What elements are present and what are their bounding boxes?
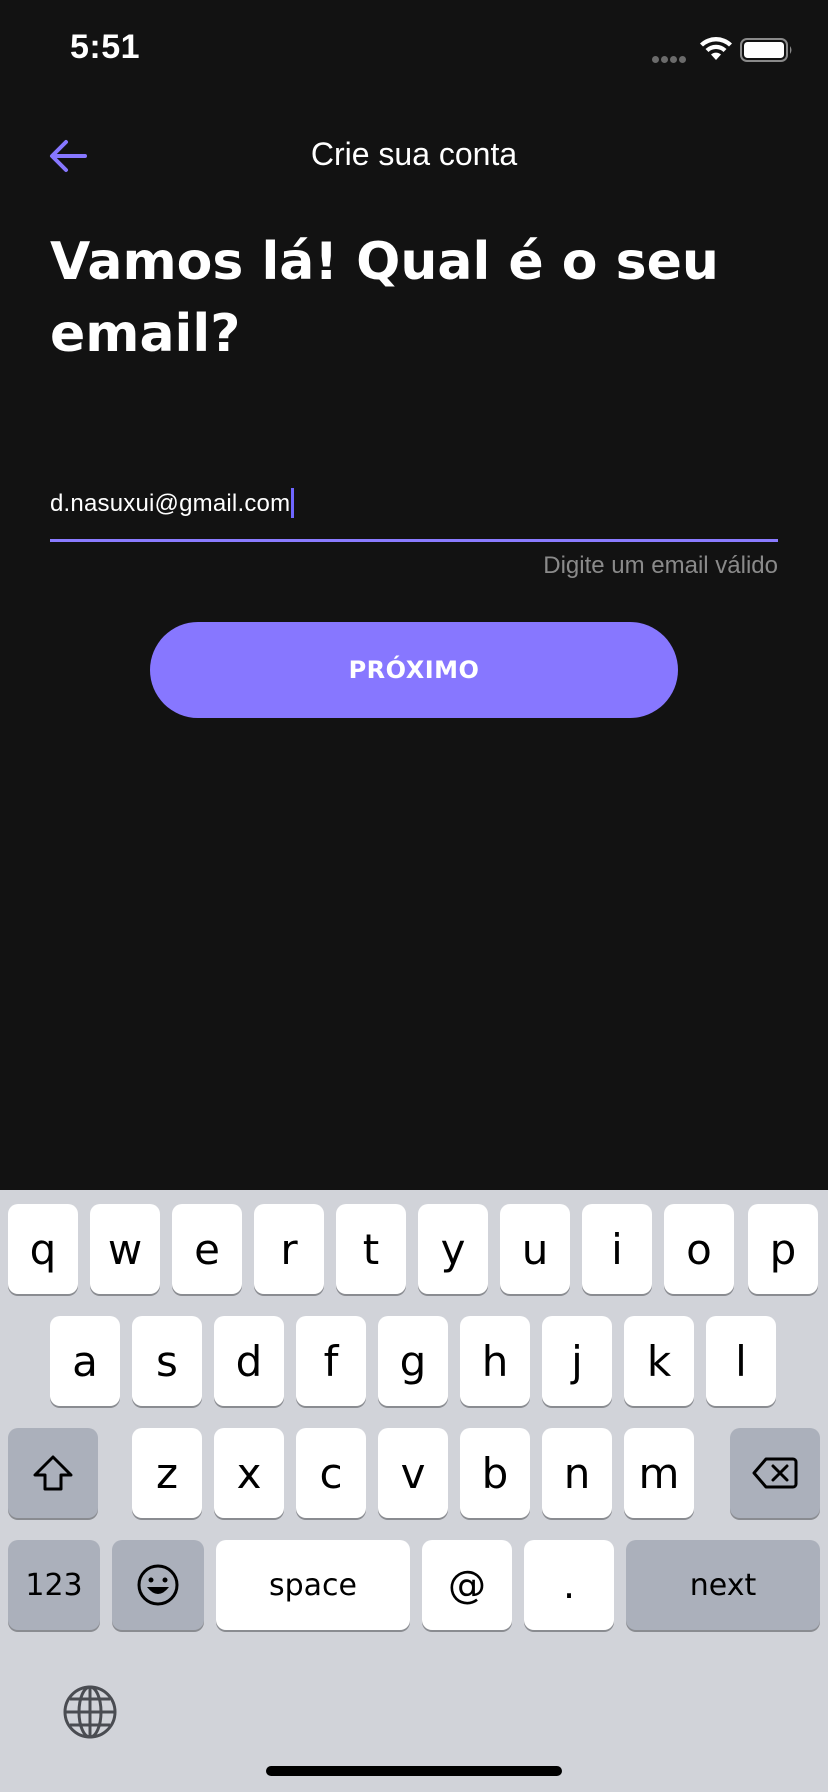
email-helper-text: Digite um email válido	[543, 552, 778, 579]
cellular-signal-icon	[652, 50, 688, 68]
numbers-key[interactable]: 123	[8, 1540, 100, 1630]
email-field[interactable]: d.nasuxui@gmail.com	[50, 480, 778, 542]
key-k[interactable]: k	[624, 1316, 694, 1406]
key-n[interactable]: n	[542, 1428, 612, 1518]
key-d[interactable]: d	[214, 1316, 284, 1406]
key-x[interactable]: x	[214, 1428, 284, 1518]
shift-key[interactable]	[8, 1428, 98, 1518]
next-button[interactable]: PRÓXIMO	[150, 622, 678, 718]
key-o[interactable]: o	[664, 1204, 734, 1294]
home-indicator	[266, 1766, 562, 1776]
globe-icon	[63, 1685, 117, 1739]
key-p[interactable]: p	[748, 1204, 818, 1294]
key-i[interactable]: i	[582, 1204, 652, 1294]
key-w[interactable]: w	[90, 1204, 160, 1294]
keyboard: q w e r t y u i o p a s d f g h j k l z …	[0, 1190, 828, 1792]
key-z[interactable]: z	[132, 1428, 202, 1518]
status-time: 5:51	[70, 28, 141, 66]
dot-key[interactable]: .	[524, 1540, 614, 1630]
key-j[interactable]: j	[542, 1316, 612, 1406]
delete-key[interactable]	[730, 1428, 820, 1518]
wifi-icon	[700, 37, 732, 60]
nav-header: Crie sua conta	[0, 120, 828, 192]
headline: Vamos lá! Qual é o seu email?	[50, 232, 719, 364]
key-q[interactable]: q	[8, 1204, 78, 1294]
key-m[interactable]: m	[624, 1428, 694, 1518]
text-caret	[291, 488, 295, 518]
key-g[interactable]: g	[378, 1316, 448, 1406]
key-b[interactable]: b	[460, 1428, 530, 1518]
globe-key[interactable]	[62, 1684, 118, 1740]
shift-icon	[33, 1455, 73, 1491]
key-e[interactable]: e	[172, 1204, 242, 1294]
keyboard-next-key[interactable]: next	[626, 1540, 820, 1630]
emoji-key[interactable]	[112, 1540, 204, 1630]
key-h[interactable]: h	[460, 1316, 530, 1406]
key-t[interactable]: t	[336, 1204, 406, 1294]
key-u[interactable]: u	[500, 1204, 570, 1294]
key-s[interactable]: s	[132, 1316, 202, 1406]
key-v[interactable]: v	[378, 1428, 448, 1518]
key-f[interactable]: f	[296, 1316, 366, 1406]
email-value: d.nasuxui@gmail.com	[50, 490, 291, 517]
key-c[interactable]: c	[296, 1428, 366, 1518]
key-y[interactable]: y	[418, 1204, 488, 1294]
battery-icon	[740, 38, 792, 62]
at-key[interactable]: @	[422, 1540, 512, 1630]
page-title: Crie sua conta	[310, 136, 518, 172]
emoji-icon	[137, 1564, 179, 1606]
delete-icon	[752, 1457, 798, 1489]
key-r[interactable]: r	[254, 1204, 324, 1294]
space-key[interactable]: space	[216, 1540, 410, 1630]
key-a[interactable]: a	[50, 1316, 120, 1406]
key-l[interactable]: l	[706, 1316, 776, 1406]
status-bar: 5:51	[0, 0, 828, 100]
